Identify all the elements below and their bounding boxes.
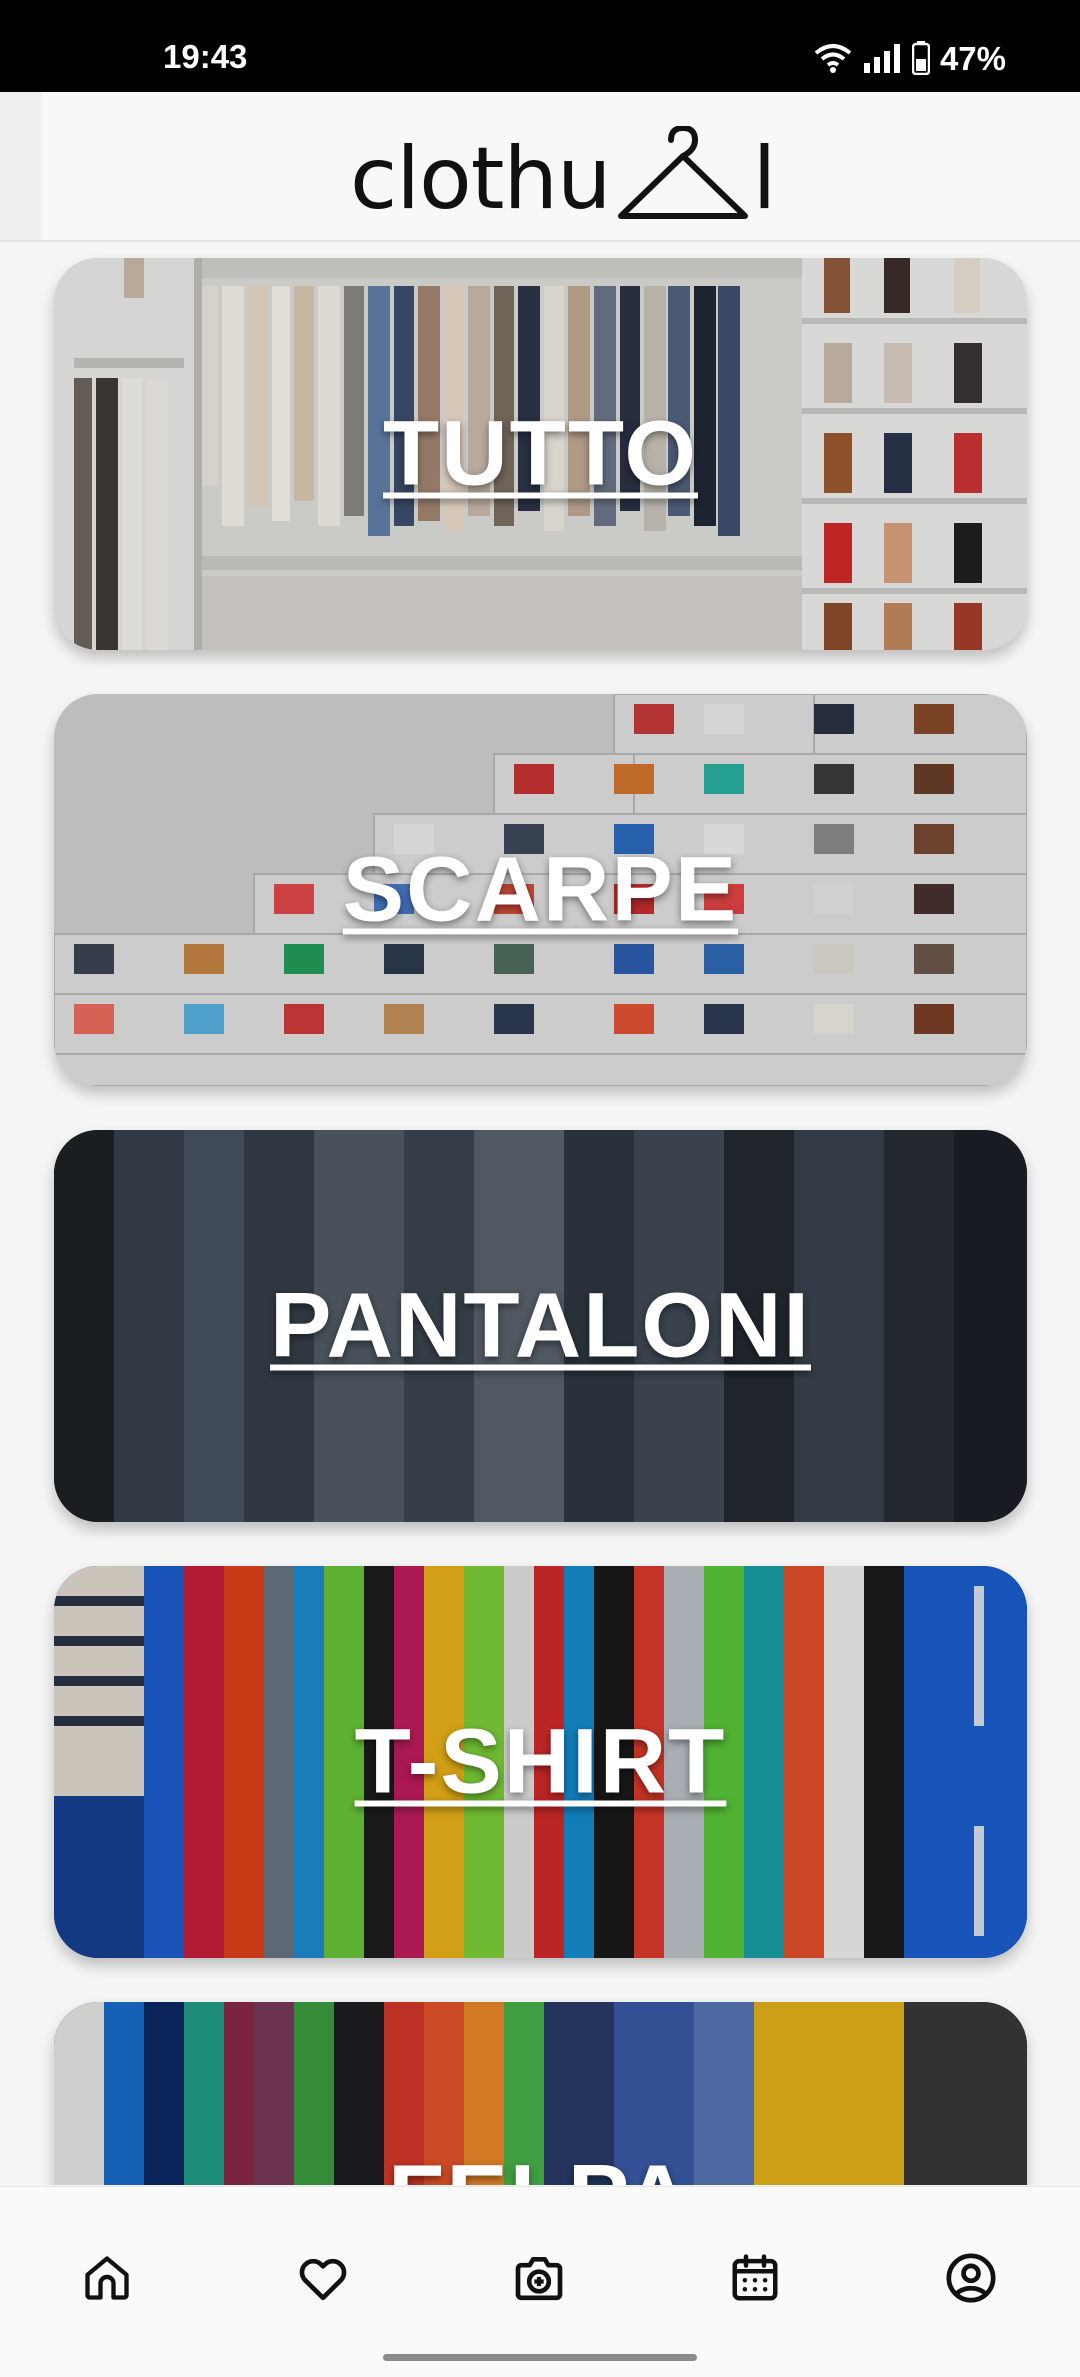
heart-icon [299,2258,347,2301]
battery-percentage: 47% [939,39,1006,77]
category-label: PANTALONI [270,1274,811,1377]
brand-text: clothu [350,129,612,229]
calendar-icon [732,2254,778,2301]
category-card-tshirt[interactable]: T-SHIRT [54,1566,1027,1958]
nav-favorites[interactable] [278,2233,368,2323]
category-label: FELPA [54,2146,1027,2186]
signal-icon [863,44,900,73]
header-side-strip [0,92,42,240]
brand-logo: clothu l [350,126,777,229]
category-card-tutto[interactable]: TUTTO [54,258,1027,650]
battery-icon [911,41,930,75]
camera-add-icon [515,2257,563,2301]
nav-profile[interactable] [926,2233,1016,2323]
category-card-felpa[interactable]: FELPA [54,2002,1027,2185]
status-bar: 19:43 47% [0,0,1080,92]
nav-calendar[interactable] [710,2233,800,2323]
profile-icon [946,2253,996,2303]
nav-home[interactable] [62,2233,152,2323]
app-header: clothu l [0,92,1080,242]
category-feed[interactable]: TUTTO SCARPE PANTALONI T-SHIRT [0,240,1080,2185]
status-icons: 47% [814,40,1006,76]
brand-text-tail: l [752,129,777,229]
bottom-navigation [0,2186,1080,2377]
home-icon [85,2256,129,2300]
category-card-scarpe[interactable]: SCARPE [54,694,1027,1086]
wifi-icon [814,44,852,73]
nav-add-photo[interactable] [494,2233,584,2323]
category-label: T-SHIRT [354,1710,727,1813]
category-label: TUTTO [383,402,698,505]
hanger-icon [617,126,748,219]
category-card-pantaloni[interactable]: PANTALONI [54,1130,1027,1522]
status-time: 19:43 [163,38,248,75]
category-label: SCARPE [342,838,739,941]
gesture-bar[interactable] [383,2354,697,2361]
